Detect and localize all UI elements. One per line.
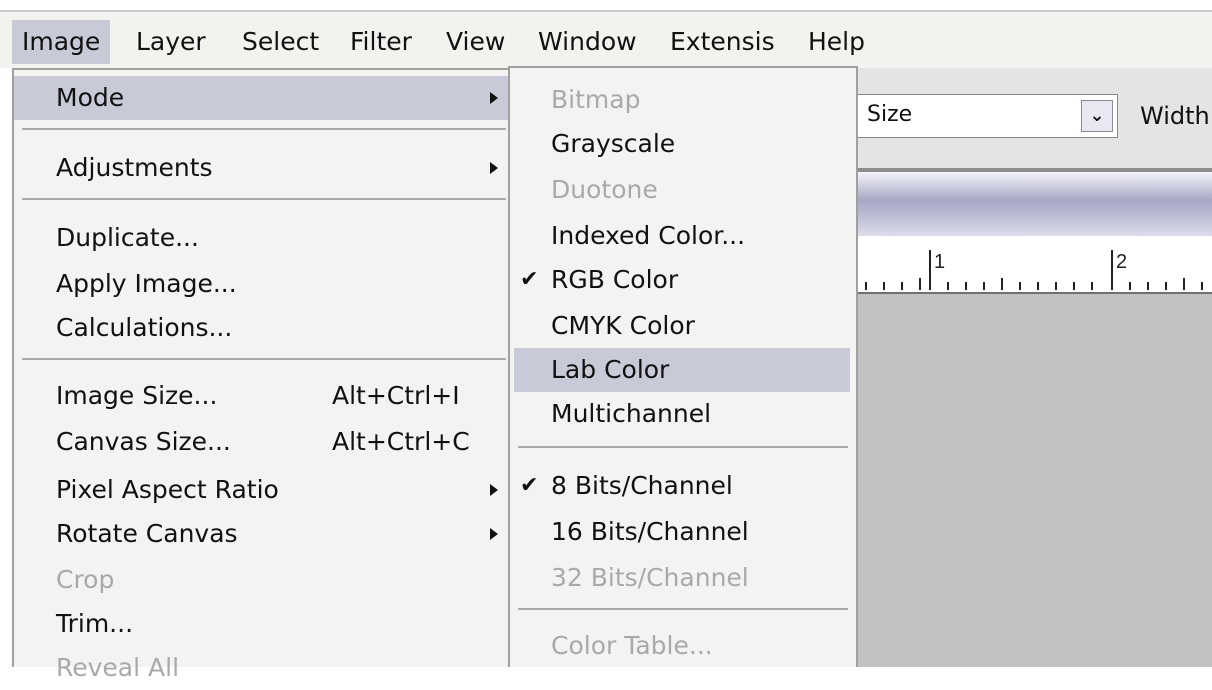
menu-item-image-size[interactable]: Image Size... Alt+Ctrl+I (14, 374, 514, 418)
menu-item-label: Canvas Size... (56, 427, 231, 456)
chevron-down-icon[interactable]: ⌄ (1081, 100, 1113, 132)
menu-item-calculations[interactable]: Calculations... (14, 306, 514, 350)
menu-help[interactable]: Help (798, 20, 875, 64)
menu-item-label: Color Table... (551, 631, 713, 660)
menu-item-label: 8 Bits/Channel (551, 471, 733, 500)
menu-item-label: Indexed Color... (551, 221, 746, 250)
menu-select[interactable]: Select (232, 20, 329, 64)
menu-extensis[interactable]: Extensis (660, 20, 785, 64)
menu-item-label: Trim... (56, 609, 134, 638)
menu-separator (22, 198, 506, 200)
menu-item-label: Calculations... (56, 313, 233, 342)
triangle-right-icon (490, 484, 498, 496)
menu-item-label: Apply Image... (56, 269, 237, 298)
menu-separator (518, 608, 848, 610)
submenu-item-duotone[interactable]: Duotone (510, 168, 856, 212)
menu-item-label: Duplicate... (56, 223, 199, 252)
menu-item-label: Multichannel (551, 399, 712, 428)
menu-window[interactable]: Window (528, 20, 647, 64)
menu-item-label: Duotone (551, 175, 658, 204)
menu-item-shortcut: Alt+Ctrl+I (332, 381, 460, 410)
menu-item-adjustments[interactable]: Adjustments (14, 146, 514, 190)
menu-item-mode[interactable]: Mode (14, 76, 514, 120)
menu-separator (22, 128, 506, 130)
check-icon: ✔ (520, 267, 539, 292)
canvas-area[interactable] (856, 294, 1212, 667)
menu-item-label: Adjustments (56, 153, 213, 182)
submenu-item-bitmap[interactable]: Bitmap (510, 78, 856, 122)
menu-item-apply-image[interactable]: Apply Image... (14, 262, 514, 306)
menu-item-label: Crop (56, 565, 115, 594)
submenu-item-cmyk-color[interactable]: CMYK Color (510, 304, 856, 348)
ruler-label-1: 1 (934, 251, 945, 273)
menu-image[interactable]: Image (12, 20, 111, 64)
menu-item-label: Grayscale (551, 129, 676, 158)
menu-item-shortcut: Alt+Ctrl+C (332, 427, 470, 456)
submenu-item-multichannel[interactable]: Multichannel (510, 392, 856, 436)
triangle-right-icon (490, 162, 498, 174)
document-title-bar (856, 172, 1212, 236)
submenu-item-indexed-color[interactable]: Indexed Color... (510, 214, 856, 258)
horizontal-ruler: 1 2 (856, 236, 1212, 294)
check-icon: ✔ (520, 473, 539, 498)
submenu-item-lab-color[interactable]: Lab Color (514, 348, 850, 392)
menu-separator (22, 358, 506, 360)
menu-item-label: RGB Color (551, 265, 679, 294)
triangle-right-icon (490, 528, 498, 540)
menu-item-label: Rotate Canvas (56, 519, 238, 548)
submenu-item-16-bits-channel[interactable]: 16 Bits/Channel (510, 510, 856, 554)
menu-bar: Image Layer Select Filter View Window Ex… (0, 10, 1212, 68)
image-menu: Mode Adjustments Duplicate... Apply Imag… (12, 68, 516, 682)
menu-item-pixel-aspect-ratio[interactable]: Pixel Aspect Ratio (14, 468, 514, 512)
menu-filter[interactable]: Filter (340, 20, 422, 64)
menu-item-label: 16 Bits/Channel (551, 517, 749, 546)
menu-item-label: Lab Color (551, 355, 670, 384)
menu-item-label: Pixel Aspect Ratio (56, 475, 279, 504)
menu-item-label: 32 Bits/Channel (551, 563, 749, 592)
menu-item-reveal-all[interactable]: Reveal All (14, 646, 514, 690)
submenu-item-rgb-color[interactable]: ✔ RGB Color (510, 258, 856, 302)
menu-item-duplicate[interactable]: Duplicate... (14, 216, 514, 260)
menu-item-trim[interactable]: Trim... (14, 602, 514, 646)
mode-submenu: Bitmap Grayscale Duotone Indexed Color..… (508, 66, 858, 667)
menu-separator (518, 446, 848, 448)
menu-item-canvas-size[interactable]: Canvas Size... Alt+Ctrl+C (14, 420, 514, 464)
menu-item-label: Mode (56, 83, 125, 112)
triangle-right-icon (490, 92, 498, 104)
submenu-item-32-bits-channel[interactable]: 32 Bits/Channel (510, 556, 856, 600)
submenu-item-grayscale[interactable]: Grayscale (510, 122, 856, 166)
ruler-label-2: 2 (1116, 251, 1127, 273)
menu-item-label: Reveal All (56, 653, 180, 682)
menu-layer[interactable]: Layer (126, 20, 216, 64)
menu-view[interactable]: View (436, 20, 515, 64)
menu-item-crop[interactable]: Crop (14, 558, 514, 602)
width-label: Width (1140, 102, 1210, 130)
submenu-item-8-bits-channel[interactable]: ✔ 8 Bits/Channel (510, 464, 856, 508)
size-select[interactable]: Size ⌄ (856, 94, 1118, 138)
menu-item-rotate-canvas[interactable]: Rotate Canvas (14, 512, 514, 556)
menu-item-label: CMYK Color (551, 311, 695, 340)
menu-item-label: Image Size... (56, 381, 218, 410)
submenu-item-color-table[interactable]: Color Table... (510, 624, 856, 668)
size-select-value: Size (867, 102, 913, 127)
menu-item-label: Bitmap (551, 85, 641, 114)
